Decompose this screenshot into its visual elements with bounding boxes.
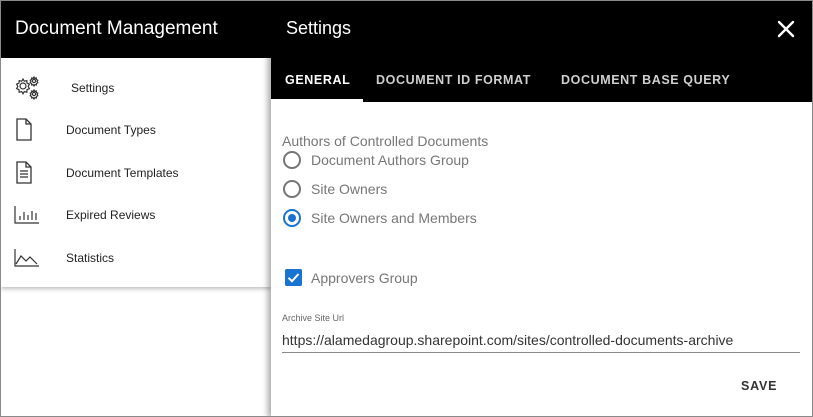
sidebar-item-settings[interactable]: Settings	[1, 67, 271, 109]
sidebar-item-label: Document Types	[66, 123, 156, 137]
radio-button-checked[interactable]	[283, 209, 301, 227]
gears-icon	[15, 75, 39, 101]
document-lines-icon	[16, 161, 32, 184]
sidebar-item-statistics[interactable]: Statistics	[1, 237, 271, 279]
document-icon	[16, 118, 32, 141]
authors-group-label: Authors of Controlled Documents	[282, 133, 489, 149]
app-window: Document Management Settings Document Ty…	[0, 0, 813, 417]
tab-document-id-format[interactable]: DOCUMENT ID FORMAT	[376, 73, 531, 87]
bar-chart-icon	[14, 206, 39, 224]
settings-panel: Settings GENERAL DOCUMENT ID FORMAT DOCU…	[271, 1, 812, 416]
approvers-group-label: Approvers Group	[311, 270, 418, 286]
tab-general[interactable]: GENERAL	[285, 73, 350, 87]
sidebar-item-expired-reviews[interactable]: Expired Reviews	[1, 194, 271, 236]
sidebar-nav: Settings Document Types Document Templat…	[1, 58, 271, 287]
save-button[interactable]: SAVE	[741, 379, 777, 393]
radio-label: Document Authors Group	[311, 152, 469, 168]
sidebar-item-label: Expired Reviews	[66, 208, 156, 222]
archive-site-url-input[interactable]	[282, 328, 800, 353]
tab-document-base-query[interactable]: DOCUMENT BASE QUERY	[561, 73, 730, 87]
settings-title: Settings	[286, 18, 352, 38]
active-tab-indicator	[271, 99, 363, 102]
sidebar-item-label: Settings	[71, 81, 115, 95]
app-title: Document Management	[15, 18, 218, 39]
area-chart-icon	[14, 249, 39, 267]
radio-label: Site Owners and Members	[311, 210, 477, 226]
sidebar-item-document-templates[interactable]: Document Templates	[1, 152, 271, 194]
sidebar-item-document-types[interactable]: Document Types	[1, 109, 271, 151]
radio-button[interactable]	[283, 180, 301, 198]
checkbox-checked-icon[interactable]	[285, 269, 302, 286]
app-header: Document Management	[1, 1, 271, 58]
archive-site-url-label: Archive Site Url	[282, 313, 345, 323]
radio-button[interactable]	[283, 151, 301, 169]
settings-header: Settings	[271, 1, 812, 58]
close-icon[interactable]	[775, 18, 797, 40]
settings-tabs: GENERAL DOCUMENT ID FORMAT DOCUMENT BASE…	[271, 58, 812, 102]
sidebar-item-label: Document Templates	[66, 166, 179, 180]
radio-label: Site Owners	[311, 181, 388, 197]
sidebar-item-label: Statistics	[66, 251, 115, 265]
